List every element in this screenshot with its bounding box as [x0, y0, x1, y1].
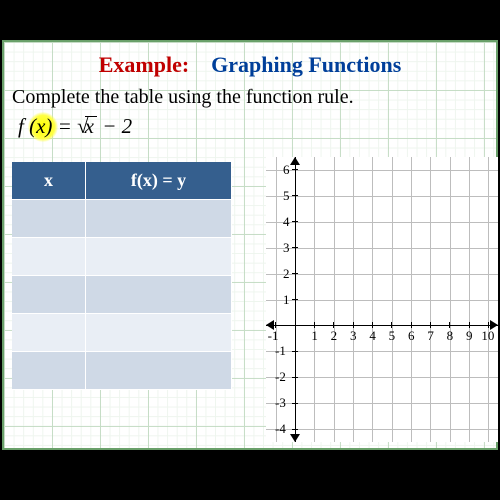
x-tick [391, 322, 392, 328]
grid-line-horizontal [266, 403, 498, 404]
table-row [12, 276, 232, 314]
sqrt-icon: √ [77, 114, 89, 138]
y-tick [292, 429, 298, 430]
grid-line-horizontal [266, 170, 498, 171]
page-title: Example: Graphing Functions [4, 52, 496, 78]
table-cell-x[interactable] [12, 276, 86, 314]
table-header-x: x [12, 162, 86, 200]
table-cell-y[interactable] [86, 200, 232, 238]
x-tick [488, 322, 489, 328]
formula-tail: − 2 [97, 114, 132, 138]
table-header-row: x f(x) = y [12, 162, 232, 200]
y-tick [292, 351, 298, 352]
x-tick [275, 322, 276, 328]
grid-line-horizontal [266, 351, 498, 352]
x-tick [353, 322, 354, 328]
y-tick-label: 3 [283, 240, 290, 256]
grid-line-horizontal [266, 300, 498, 301]
table-row [12, 352, 232, 390]
grid-line-horizontal [266, 377, 498, 378]
x-tick-label: 4 [369, 328, 376, 344]
whiteboard: Example: Graphing Functions Complete the… [2, 40, 498, 450]
y-tick [292, 169, 298, 170]
grid-line-horizontal [266, 248, 498, 249]
y-tick-label: 2 [283, 266, 290, 282]
x-tick-label: 3 [350, 328, 357, 344]
x-tick [372, 322, 373, 328]
instruction-text: Complete the table using the function ru… [12, 86, 354, 109]
value-table: x f(x) = y [12, 162, 232, 390]
title-subject: Graphing Functions [211, 52, 401, 77]
y-tick [292, 273, 298, 274]
y-tick [292, 195, 298, 196]
x-tick [469, 322, 470, 328]
table-cell-x[interactable] [12, 238, 86, 276]
x-tick-label: 10 [481, 328, 494, 344]
y-tick-label: 1 [283, 292, 290, 308]
table-cell-y[interactable] [86, 352, 232, 390]
x-tick [314, 322, 315, 328]
grid-line-horizontal [266, 222, 498, 223]
x-tick [449, 322, 450, 328]
grid-line-horizontal [266, 274, 498, 275]
x-tick [430, 322, 431, 328]
x-tick-label: 7 [427, 328, 434, 344]
table-cell-x[interactable] [12, 352, 86, 390]
letterbox-bottom [0, 450, 500, 500]
table-header-y: f(x) = y [86, 162, 232, 200]
y-tick-label: -2 [275, 369, 286, 385]
table-cell-y[interactable] [86, 238, 232, 276]
y-tick [292, 221, 298, 222]
y-tick-label: 4 [283, 214, 290, 230]
x-tick-label: 8 [447, 328, 454, 344]
axis-arrow-icon [290, 157, 300, 165]
letterbox-top [0, 0, 500, 40]
y-tick-label: 6 [283, 162, 290, 178]
x-tick-label: 1 [311, 328, 318, 344]
y-tick-label: -3 [275, 395, 286, 411]
x-tick [411, 322, 412, 328]
x-tick-label: 6 [408, 328, 415, 344]
x-tick-label: 5 [389, 328, 396, 344]
grid-line-horizontal [266, 429, 498, 430]
table-cell-x[interactable] [12, 200, 86, 238]
coordinate-chart: -112345678910654321-1-2-3-4 [266, 157, 498, 442]
table-cell-y[interactable] [86, 276, 232, 314]
stage: Example: Graphing Functions Complete the… [0, 0, 500, 500]
y-tick-label: -4 [275, 421, 286, 437]
table-cell-y[interactable] [86, 314, 232, 352]
function-formula: f (x) = √x − 2 [18, 114, 132, 139]
y-tick-label: 5 [283, 188, 290, 204]
x-tick-label: -1 [268, 328, 279, 344]
table-cell-x[interactable] [12, 314, 86, 352]
y-tick [292, 403, 298, 404]
y-tick [292, 377, 298, 378]
x-tick [333, 322, 334, 328]
table-row [12, 238, 232, 276]
x-axis [266, 325, 498, 327]
y-tick-label: -1 [275, 343, 286, 359]
title-example: Example: [99, 52, 189, 77]
table-row [12, 200, 232, 238]
axis-arrow-icon [290, 434, 300, 442]
x-tick-label: 9 [466, 328, 473, 344]
table-row [12, 314, 232, 352]
formula-lhs: f (x) [18, 114, 52, 138]
x-tick-label: 2 [331, 328, 338, 344]
y-tick [292, 299, 298, 300]
y-tick [292, 247, 298, 248]
grid-line-horizontal [266, 196, 498, 197]
